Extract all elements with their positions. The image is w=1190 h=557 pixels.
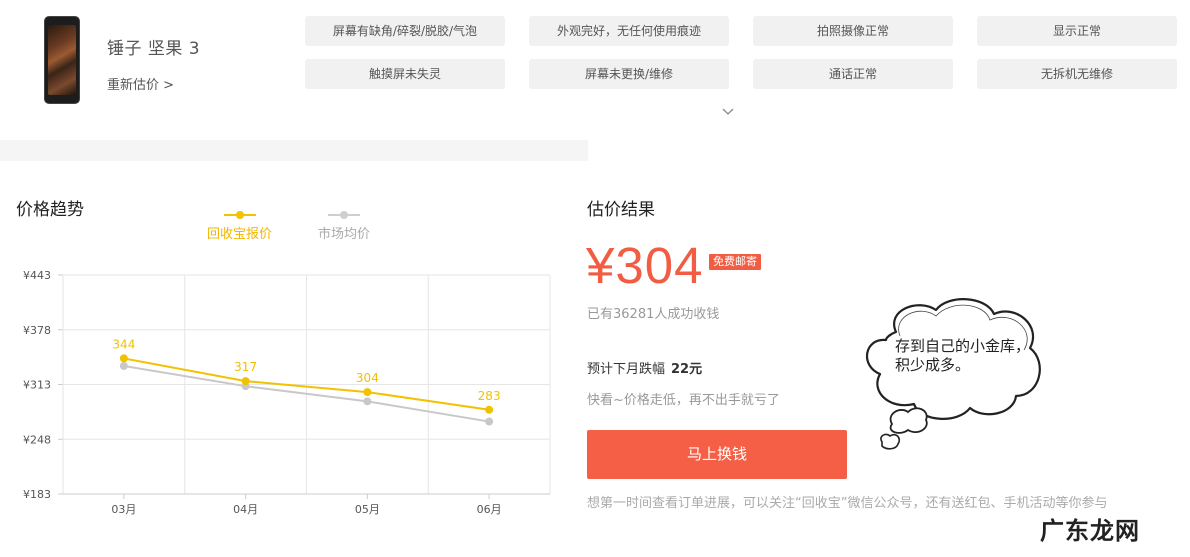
price-trend-chart: ¥443 ¥378 ¥313 ¥248 ¥183 03月 04月 05月 06月 344 317 30… xyxy=(23,269,551,516)
data-label: 317 xyxy=(234,360,257,374)
data-point xyxy=(485,405,494,414)
x-tick-label: 03月 xyxy=(111,503,136,516)
trend-title: 价格趋势 xyxy=(16,200,84,220)
data-point xyxy=(119,354,128,363)
next-month-drop: 预计下月跌幅 22元 xyxy=(587,358,702,377)
condition-chip: 触摸屏未失灵 xyxy=(305,59,505,89)
section-divider xyxy=(0,140,1190,161)
estimated-price: ¥304 xyxy=(586,237,704,294)
reprice-link[interactable]: 重新估价 > xyxy=(107,74,174,93)
legend-label: 市场均价 xyxy=(318,227,371,242)
data-point xyxy=(485,417,494,426)
y-tick-label: ¥378 xyxy=(23,324,51,337)
data-label: 304 xyxy=(356,371,379,385)
y-tick-label: ¥183 xyxy=(23,488,51,501)
condition-chip: 显示正常 xyxy=(977,16,1177,46)
free-shipping-badge: 免费邮寄 xyxy=(709,254,761,270)
product-name: 锤子 坚果 3 xyxy=(107,39,201,59)
bubble-text: 存到自己的小金库，积少成多。 xyxy=(895,337,1031,374)
drop-value: 22元 xyxy=(671,362,703,377)
chevron-down-icon[interactable] xyxy=(720,104,736,120)
product-header: 锤子 坚果 3 重新估价 > 屏幕有缺角/碎裂/脱胶/气泡 外观完好，无任何使用… xyxy=(0,0,1190,140)
data-point xyxy=(119,361,128,370)
legend-label: 回收宝报价 xyxy=(207,227,273,242)
legend-item-huishoubao[interactable]: 回收宝报价 xyxy=(207,208,272,242)
legend-item-market[interactable]: 市场均价 xyxy=(318,208,370,242)
condition-chip: 屏幕有缺角/碎裂/脱胶/气泡 xyxy=(305,16,505,46)
condition-chip: 通话正常 xyxy=(753,59,953,89)
condition-chip: 外观完好，无任何使用痕迹 xyxy=(529,16,729,46)
thought-bubble-icon xyxy=(865,298,1041,450)
price-hint: 快看~价格走低，再不出手就亏了 xyxy=(587,393,780,408)
cash-now-button[interactable]: 马上换钱 xyxy=(587,430,847,479)
phone-image xyxy=(44,16,80,104)
data-point xyxy=(363,397,372,406)
y-tick-label: ¥443 xyxy=(23,269,51,282)
data-point xyxy=(241,377,250,386)
x-tick-label: 06月 xyxy=(477,503,502,516)
watermark: 广东龙网 xyxy=(1040,516,1140,545)
condition-chip: 屏幕未更换/维修 xyxy=(529,59,729,89)
y-tick-label: ¥248 xyxy=(23,433,51,446)
wechat-footnote: 想第一时间查看订单进展，可以关注“回收宝”微信公众号，还有送红包、手机活动等你参… xyxy=(587,496,1108,511)
y-tick-label: ¥313 xyxy=(23,379,51,392)
data-label: 344 xyxy=(112,337,135,351)
data-point xyxy=(363,388,372,397)
condition-chip: 拍照摄像正常 xyxy=(753,16,953,46)
x-tick-label: 04月 xyxy=(233,503,258,516)
drop-label: 预计下月跌幅 xyxy=(587,362,666,377)
result-title: 估价结果 xyxy=(587,200,655,220)
sold-count: 已有36281人成功收钱 xyxy=(587,307,720,322)
x-tick-label: 05月 xyxy=(355,503,380,516)
condition-chip: 无拆机无维修 xyxy=(977,59,1177,89)
data-label: 283 xyxy=(478,389,501,403)
